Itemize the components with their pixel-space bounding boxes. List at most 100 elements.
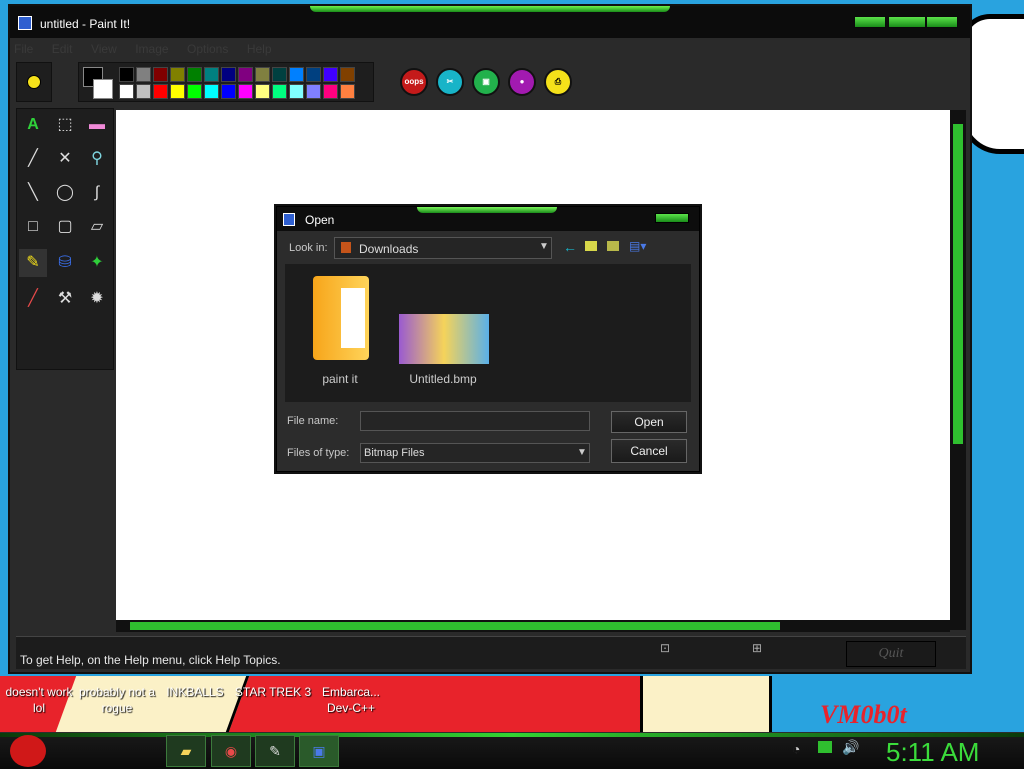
select-tool-icon[interactable]: ⬚	[51, 111, 79, 139]
color-swatch[interactable]	[340, 67, 355, 82]
curve-tool-icon[interactable]: ∫	[83, 179, 111, 207]
desktop-icon[interactable]: probably not a rogue	[78, 684, 156, 716]
color-swatch[interactable]	[221, 84, 236, 99]
view-menu-icon[interactable]: ▤▾	[629, 239, 646, 253]
polygon-tool-icon[interactable]: ▱	[83, 213, 111, 241]
desktop-icon-label: INKBALLS	[166, 685, 224, 699]
undo-button[interactable]: oops	[400, 68, 428, 96]
rectangle-tool-icon[interactable]: □	[19, 213, 47, 241]
color-swatch[interactable]	[340, 84, 355, 99]
folder-item[interactable]: paint it	[295, 272, 395, 390]
ellipse-tool-icon[interactable]: ◯	[51, 179, 79, 207]
color-swatch[interactable]	[119, 67, 134, 82]
paint-it-task-icon[interactable]: ▣	[299, 735, 339, 767]
magnifier-tool-icon[interactable]: ⚲	[83, 145, 111, 173]
open-button[interactable]: Open	[611, 411, 687, 433]
file-type-label: Files of type:	[287, 447, 350, 459]
brush-size-indicator[interactable]	[16, 62, 52, 102]
start-button-angry-bird-icon[interactable]	[10, 735, 46, 767]
network-icon[interactable]: ◔	[792, 741, 800, 757]
background-color[interactable]	[93, 79, 113, 99]
stamp-tool-icon[interactable]: ⚒	[51, 285, 79, 313]
color-swatch[interactable]	[272, 67, 287, 82]
file-item[interactable]: Untitled.bmp	[395, 272, 495, 390]
dialog-title-bar[interactable]: Open	[277, 207, 699, 231]
color-swatch[interactable]	[136, 84, 151, 99]
color-swatch[interactable]	[289, 67, 304, 82]
color-swatch[interactable]	[204, 84, 219, 99]
clock[interactable]: 5:11 AM	[886, 737, 979, 768]
color-swatch[interactable]	[238, 84, 253, 99]
desktop-icon[interactable]: doesn't work lol	[0, 684, 78, 716]
color-swatch[interactable]	[119, 84, 134, 99]
maximize-button[interactable]	[888, 16, 926, 28]
color-swatch[interactable]	[187, 67, 202, 82]
look-in-combo[interactable]: Downloads ▼	[334, 237, 552, 259]
close-button[interactable]	[926, 16, 958, 28]
color-swatch[interactable]	[170, 67, 185, 82]
new-folder-icon[interactable]	[607, 241, 619, 251]
line-tool-icon[interactable]: ╲	[19, 179, 47, 207]
taskbar-glow	[0, 733, 1024, 737]
color-swatch[interactable]	[204, 67, 219, 82]
dialog-close-button[interactable]	[655, 213, 689, 223]
free-select-tool-icon[interactable]: ✕	[51, 145, 79, 173]
color-swatch[interactable]	[306, 67, 321, 82]
horizontal-scroll-thumb[interactable]	[130, 622, 780, 630]
desktop-icon[interactable]: INKBALLS	[156, 684, 234, 700]
bottle-icon[interactable]: ●	[508, 68, 536, 96]
horizontal-scrollbar[interactable]	[116, 620, 950, 632]
scissors-icon[interactable]: ✂	[436, 68, 464, 96]
color-swatch[interactable]	[255, 84, 270, 99]
pencil-tool-icon[interactable]: ✎	[19, 249, 47, 277]
menu-edit[interactable]: Edit	[52, 42, 73, 56]
monitor-icon[interactable]	[818, 741, 832, 753]
color-swatch[interactable]	[170, 84, 185, 99]
desktop-icon[interactable]: Embarca... Dev-C++	[312, 684, 390, 716]
up-folder-icon[interactable]	[585, 241, 597, 251]
color-swatch[interactable]	[187, 84, 202, 99]
color-swatch[interactable]	[136, 67, 151, 82]
chrome-task-icon[interactable]: ◉	[211, 735, 251, 767]
color-swatch[interactable]	[153, 67, 168, 82]
eraser-tool-icon[interactable]: ▬	[83, 111, 111, 139]
fill-bucket-tool-icon[interactable]: ⛁	[51, 249, 79, 277]
desktop-icon[interactable]: STAR TREK 3	[234, 684, 312, 700]
brush-tool-icon[interactable]: ╱	[19, 285, 47, 313]
rounded-rect-tool-icon[interactable]: ▢	[51, 213, 79, 241]
color-swatch[interactable]	[255, 67, 270, 82]
title-bar[interactable]: untitled - Paint It!	[10, 6, 970, 38]
vertical-scrollbar[interactable]	[950, 110, 966, 630]
bomb-tool-icon[interactable]: ✹	[83, 285, 111, 313]
color-swatch[interactable]	[272, 84, 287, 99]
color-swatch[interactable]	[323, 67, 338, 82]
vertical-scroll-thumb[interactable]	[953, 124, 963, 444]
menu-image[interactable]: Image	[135, 42, 168, 56]
color-swatch[interactable]	[323, 84, 338, 99]
volume-icon[interactable]: 🔊	[842, 739, 859, 756]
file-name-input[interactable]	[360, 411, 590, 431]
app-icon	[18, 16, 32, 30]
printer-icon[interactable]: ⎙	[544, 68, 572, 96]
explorer-task-icon[interactable]: ▰	[166, 735, 206, 767]
color-swatch[interactable]	[221, 67, 236, 82]
cancel-button[interactable]: Cancel	[611, 439, 687, 463]
color-swatch[interactable]	[289, 84, 304, 99]
minimize-button[interactable]	[854, 16, 886, 28]
paint-task-icon[interactable]: ✎	[255, 735, 295, 767]
camera-icon[interactable]: ▣	[472, 68, 500, 96]
color-swatch[interactable]	[153, 84, 168, 99]
menu-help[interactable]: Help	[247, 42, 272, 56]
eyedropper-tool-icon[interactable]: ╱	[19, 145, 47, 173]
file-type-select[interactable]: Bitmap Files ▼	[360, 443, 590, 463]
menu-view[interactable]: View	[91, 42, 117, 56]
back-icon[interactable]: ←	[563, 239, 577, 255]
menu-options[interactable]: Options	[187, 42, 228, 56]
text-tool-icon[interactable]: A	[19, 111, 47, 139]
quit-button[interactable]: Quit	[846, 641, 936, 667]
menu-file[interactable]: File	[14, 42, 33, 56]
spray-tool-icon[interactable]: ✦	[83, 249, 111, 277]
bitmap-thumbnail	[399, 314, 489, 364]
color-swatch[interactable]	[306, 84, 321, 99]
color-swatch[interactable]	[238, 67, 253, 82]
